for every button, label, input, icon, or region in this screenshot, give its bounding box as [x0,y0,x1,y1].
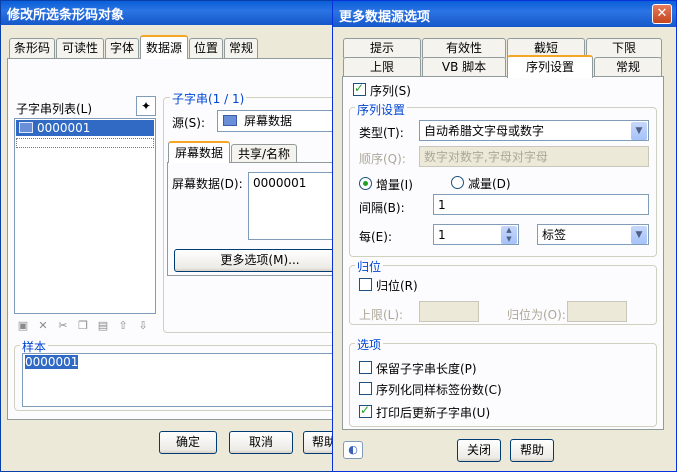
reset-checkbox[interactable] [359,278,372,291]
right-help-button[interactable]: 帮助 [510,439,554,462]
serialize-copies-checkbox[interactable] [359,382,372,395]
decrement-label: 减量(D) [468,177,511,191]
chevron-down-icon: ▼ [631,122,647,140]
tab-font[interactable]: 字体 [105,38,139,58]
every-value: 1 [438,228,446,242]
close-icon[interactable]: ✕ [652,4,672,24]
serialize-copies-label: 序列化同样标签份数(C) [376,383,502,397]
keep-length-label: 保留子字串长度(P) [376,362,477,376]
tab-upper-limit[interactable]: 上限 [343,57,421,77]
tab-validity[interactable]: 有效性 [422,38,506,58]
screen-data-icon [223,115,237,126]
tab-screen-data[interactable]: 屏幕数据 [168,141,230,163]
screen-data-value: 0000001 [253,176,307,190]
source-label: 源(S): [172,116,206,130]
right-dialog-titlebar: 更多数据源选项 ✕ [333,1,676,27]
decrement-radio[interactable] [451,176,464,189]
close-button[interactable]: 关闭 [457,439,501,462]
delete-icon[interactable]: ✕ [36,319,50,333]
copy-icon[interactable]: ❐ [76,319,90,333]
every-input[interactable]: 1 ▲ ▼ [433,224,519,245]
chevron-down-icon: ▼ [631,226,647,244]
order-value: 数字对数字,字母对字母 [424,150,548,164]
right-dialog: 更多数据源选项 ✕ 提示 有效性 截短 下限 上限 VB 脚本 序列设置 常规 … [332,0,677,472]
screen-data-icon [19,122,33,133]
left-dialog-titlebar: 修改所选条形码对象 [1,1,339,25]
type-dropdown[interactable]: 自动希腊文字母或数字 ▼ [419,120,649,141]
more-options-button[interactable]: 更多选项(M)... [174,249,346,272]
tab-position[interactable]: 位置 [189,38,223,58]
paste-icon[interactable]: ▤ [96,319,110,333]
substring-list[interactable]: 0000001 [14,118,156,314]
help-cursor-icon[interactable]: ◐ [343,441,363,459]
tab-readability[interactable]: 可读性 [56,38,104,58]
source-dropdown[interactable]: 屏幕数据 [217,110,347,132]
list-item[interactable]: 0000001 [16,120,154,136]
options-group-label: 选项 [355,336,384,353]
tab-lower-limit[interactable]: 下限 [586,38,662,58]
move-down-icon[interactable]: ⇩ [136,319,150,333]
tab-shared-name[interactable]: 共享/名称 [231,144,297,163]
order-field: 数字对数字,字母对字母 [419,146,649,167]
interval-input[interactable]: 1 [433,194,649,215]
cut-icon[interactable]: ✂ [56,319,70,333]
reset-to-field [567,301,627,322]
update-after-print-label: 打印后更新子字串(U) [376,406,491,420]
type-value: 自动希腊文字母或数字 [424,124,545,138]
type-label: 类型(T): [359,126,404,140]
reset-to-label: 归位为(O): [507,308,566,322]
list-placeholder-row [16,138,154,148]
interval-value: 1 [438,198,446,212]
every-unit-value: 标签 [542,228,567,242]
reset-checkbox-label: 归位(R) [376,279,418,293]
sample-preview: 0000001 [22,353,352,407]
left-tab-panel: 子字串列表(L) ✦ 0000001 ▣ ✕ ✂ ❐ ▤ ⇧ ⇩ 子字串(1 /… [7,58,354,420]
interval-label: 间隔(B): [359,201,405,215]
keep-length-checkbox[interactable] [359,361,372,374]
reset-group-label: 归位 [355,258,384,275]
tab-datasource[interactable]: 数据源 [140,35,188,59]
serial-tab-panel: 序列(S) 序列设置 类型(T): 自动希腊文字母或数字 ▼ 顺序(Q): 数字… [342,76,664,430]
left-dialog: 修改所选条形码对象 条形码 可读性 字体 数据源 位置 常规 子字串列表(L) … [0,0,354,472]
substring-group-label: 子字串(1 / 1) [170,90,247,107]
wand-icon-button[interactable]: ✦ [136,96,156,116]
tab-serial-settings[interactable]: 序列设置 [507,55,593,78]
increment-radio[interactable] [359,177,372,190]
tab-prompt[interactable]: 提示 [343,38,421,58]
sample-value: 0000001 [25,355,79,369]
upper-label: 上限(L): [359,308,404,322]
tab-vb-script[interactable]: VB 脚本 [422,57,506,77]
left-dialog-title: 修改所选条形码对象 [7,8,125,23]
update-after-print-checkbox[interactable] [359,403,372,418]
tab-barcode[interactable]: 条形码 [9,38,55,58]
spin-updown-icon[interactable]: ▲ ▼ [501,226,517,244]
serial-checkbox[interactable] [353,81,366,96]
ok-button[interactable]: 确定 [159,431,217,454]
upper-field [419,301,479,322]
move-up-icon[interactable]: ⇧ [116,319,130,333]
serial-checkbox-label: 序列(S) [370,84,411,98]
increment-label: 增量(I) [376,178,413,192]
substring-list-label: 子字串列表(L) [16,102,93,116]
tab-general[interactable]: 常规 [224,38,258,58]
tab-right-general[interactable]: 常规 [594,57,662,77]
new-icon[interactable]: ▣ [16,319,30,333]
source-value: 屏幕数据 [244,114,293,128]
serial-settings-label: 序列设置 [355,101,408,118]
screen-data-label: 屏幕数据(D): [172,177,243,191]
every-unit-dropdown[interactable]: 标签 ▼ [537,224,649,245]
list-item-label: 0000001 [37,121,91,135]
right-dialog-title: 更多数据源选项 [339,10,431,25]
every-label: 每(E): [359,230,392,244]
cancel-button[interactable]: 取消 [229,431,293,454]
order-label: 顺序(Q): [359,152,406,166]
